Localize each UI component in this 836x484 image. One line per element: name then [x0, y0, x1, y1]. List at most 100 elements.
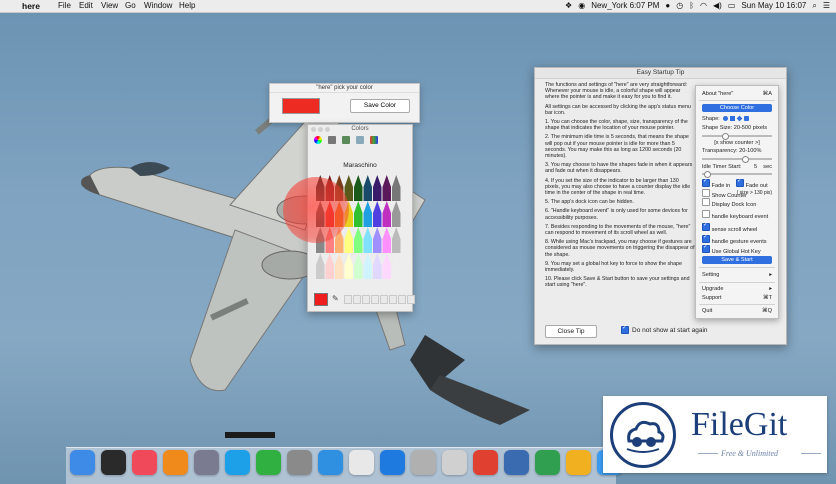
circle-shape-icon[interactable] — [723, 116, 729, 122]
crayon[interactable] — [335, 253, 344, 279]
show-counter-checkbox[interactable] — [702, 189, 710, 197]
safari-icon[interactable] — [318, 450, 343, 475]
crayon[interactable] — [363, 227, 373, 253]
diamond-shape-icon[interactable] — [736, 115, 743, 122]
crayon[interactable] — [392, 253, 401, 279]
color-sliders-icon[interactable] — [328, 136, 336, 144]
menu-help[interactable]: Help — [179, 0, 195, 12]
bluetooth-icon[interactable]: ᛒ — [689, 0, 694, 12]
crayon[interactable] — [325, 253, 335, 279]
here-status-icon[interactable]: ● — [665, 0, 670, 12]
app-store-icon[interactable] — [380, 450, 405, 475]
crayon[interactable] — [392, 201, 401, 227]
clock-text[interactable]: Sun May 10 16:07 — [741, 0, 806, 12]
keyboard-checkbox[interactable] — [702, 210, 710, 218]
hotkey-checkbox[interactable] — [702, 243, 710, 253]
close-tip-button[interactable]: Close Tip — [545, 325, 597, 338]
app-menu-name[interactable]: here — [22, 0, 40, 12]
crayon[interactable] — [392, 175, 401, 201]
crayon[interactable] — [363, 201, 373, 227]
crayon[interactable] — [354, 201, 363, 227]
crayon[interactable] — [316, 253, 325, 279]
menu-go[interactable]: Go — [125, 0, 136, 12]
crayon[interactable] — [373, 253, 382, 279]
xcode-icon[interactable] — [504, 450, 529, 475]
timer-icon[interactable]: ◷ — [676, 0, 683, 12]
dropbox-icon[interactable]: ❖ — [565, 0, 572, 12]
crayon[interactable] — [382, 175, 392, 201]
setting-menu-item[interactable]: Setting ▸ — [702, 271, 772, 279]
fade-out-checkbox[interactable] — [736, 177, 744, 187]
crayon[interactable] — [382, 201, 392, 227]
support-menu-item[interactable]: Support ⌘T — [702, 294, 772, 302]
saved-swatches[interactable] — [344, 295, 415, 304]
numbers-icon[interactable] — [535, 450, 560, 475]
crayon[interactable] — [373, 201, 382, 227]
eyedropper-icon[interactable]: ✎ — [332, 294, 339, 303]
upgrade-menu-item[interactable]: Upgrade ▸ — [702, 285, 772, 293]
system-preferences-icon[interactable] — [287, 450, 312, 475]
about-menu-item[interactable]: About "here" ⌘A — [702, 90, 772, 98]
color-palettes-icon[interactable] — [342, 136, 350, 144]
image-palettes-icon[interactable] — [356, 136, 364, 144]
itunes-icon[interactable] — [132, 450, 157, 475]
crayon[interactable] — [392, 227, 401, 253]
choose-color-button[interactable]: Choose Color — [702, 104, 772, 112]
search-icon[interactable]: ⌕ — [812, 0, 816, 12]
crayons-icon[interactable] — [370, 136, 378, 144]
chrome-icon[interactable] — [349, 450, 374, 475]
wifi-icon[interactable]: ◠ — [700, 0, 707, 12]
notification-center-icon[interactable]: ☰ — [823, 0, 830, 12]
crayon[interactable] — [382, 227, 392, 253]
shape-size-slider[interactable] — [702, 133, 772, 140]
crayon[interactable] — [373, 175, 382, 201]
rocket-icon[interactable] — [473, 450, 498, 475]
menu-file[interactable]: File — [58, 0, 71, 12]
dock-icon-checkbox[interactable] — [702, 198, 710, 206]
crayon[interactable] — [344, 227, 354, 253]
launchpad-icon[interactable] — [194, 450, 219, 475]
transparency-slider[interactable] — [702, 156, 772, 163]
current-color-well[interactable] — [314, 293, 328, 306]
facetime-icon[interactable] — [256, 450, 281, 475]
crayon[interactable] — [363, 175, 373, 201]
finder-icon[interactable] — [70, 450, 95, 475]
star-shape-icon[interactable] — [744, 116, 750, 122]
crayon[interactable] — [363, 253, 373, 279]
save-start-button[interactable]: Save & Start — [702, 256, 772, 264]
menu-window[interactable]: Window — [144, 0, 172, 12]
menu-view[interactable]: View — [101, 0, 118, 12]
preview-icon[interactable] — [442, 450, 467, 475]
crayon[interactable] — [354, 227, 363, 253]
idle-timer-value[interactable]: 5 — [754, 163, 757, 171]
color-wheel-icon[interactable] — [314, 136, 322, 144]
minimize-icon[interactable] — [318, 127, 323, 132]
world-clock-icon[interactable]: ◉ — [578, 0, 585, 12]
disk-icon[interactable] — [411, 450, 436, 475]
zoom-icon[interactable] — [325, 127, 330, 132]
sketch-icon[interactable] — [566, 450, 591, 475]
save-color-button[interactable]: Save Color — [350, 99, 410, 113]
battery-icon[interactable]: ▭ — [728, 0, 736, 12]
dont-show-checkbox[interactable] — [621, 324, 629, 334]
crayon[interactable] — [344, 253, 354, 279]
crayon[interactable] — [354, 253, 363, 279]
menu-edit[interactable]: Edit — [79, 0, 93, 12]
skype-icon[interactable] — [225, 450, 250, 475]
ibooks-icon[interactable] — [163, 450, 188, 475]
dont-show-option[interactable]: Do not show at start again — [621, 324, 708, 334]
volume-icon[interactable]: ◀) — [713, 0, 722, 12]
square-shape-icon[interactable] — [730, 116, 736, 122]
gesture-checkbox[interactable] — [702, 233, 710, 243]
fade-in-checkbox[interactable] — [702, 177, 710, 187]
crayon[interactable] — [373, 227, 382, 253]
selected-color-swatch[interactable] — [282, 98, 320, 114]
idle-timer-slider[interactable] — [702, 171, 772, 178]
dashboard-icon[interactable] — [101, 450, 126, 475]
crayon[interactable] — [382, 253, 392, 279]
crayon[interactable] — [354, 175, 363, 201]
scroll-checkbox[interactable] — [702, 221, 710, 231]
close-icon[interactable] — [311, 127, 316, 132]
quit-menu-item[interactable]: Quit ⌘Q — [702, 307, 772, 315]
world-clock-text[interactable]: New_York 6:07 PM — [591, 0, 659, 12]
